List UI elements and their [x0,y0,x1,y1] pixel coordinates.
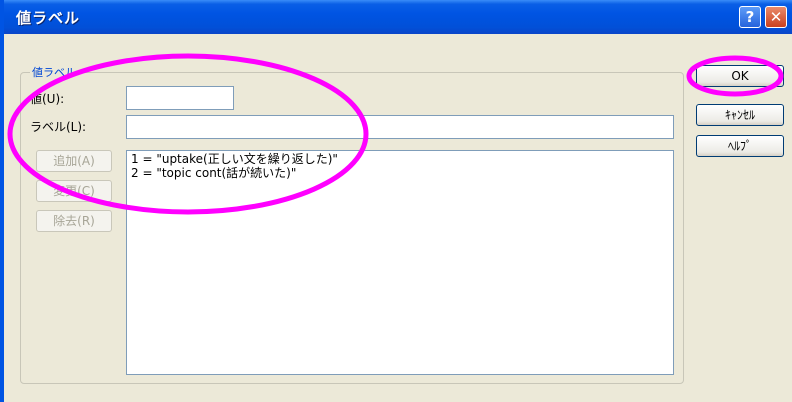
title-bar[interactable]: 値ラベル ? ✕ [4,0,792,34]
remove-button[interactable]: 除去(R) [36,210,112,232]
change-button[interactable]: 変更(C) [36,180,112,202]
add-button[interactable]: 追加(A) [36,150,112,172]
label-field-label: ラベル(L): [30,120,87,134]
group-label: 値ラベル [30,64,78,80]
list-item[interactable]: 2 = "topic cont(話が続いた)" [131,166,669,180]
list-item[interactable]: 1 = "uptake(正しい文を繰り返した)" [131,152,669,166]
help-icon[interactable]: ? [739,6,761,28]
window-title: 値ラベル [16,9,81,27]
cancel-button[interactable]: ｷｬﾝｾﾙ [696,104,784,126]
help-button[interactable]: ﾍﾙﾌﾟ [696,135,784,157]
close-icon[interactable]: ✕ [765,6,787,28]
label-input[interactable] [126,115,674,139]
value-labels-dialog: 値ラベル ? ✕ 値ラベル 値(U): ラベル(L): 追加(A) 変更(C) … [0,0,792,402]
value-labels-list[interactable]: 1 = "uptake(正しい文を繰り返した)" 2 = "topic cont… [126,150,674,375]
value-field-label: 値(U): [30,92,65,106]
value-input[interactable] [126,86,234,110]
ok-button[interactable]: OK [696,65,784,87]
